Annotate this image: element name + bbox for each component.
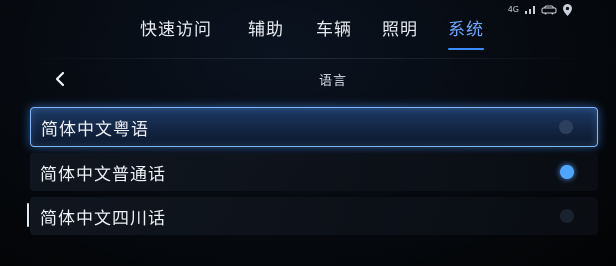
language-option-sichuanese[interactable]: 简体中文四川话 [30,197,598,235]
status-bar: 4G [508,4,572,16]
car-status-icon [541,5,557,15]
scroll-indicator [27,203,29,227]
radio-indicator [560,209,574,223]
page-header: 语言 [30,62,596,98]
radio-indicator [559,120,573,134]
tab-lighting[interactable]: 照明 [382,15,418,44]
location-icon [563,4,572,16]
language-option-cantonese[interactable]: 简体中文粤语 [30,107,598,147]
top-tab-bar: 快速访问 辅助 车辆 照明 系统 [140,14,516,50]
network-status-label: 4G [507,5,519,14]
language-option-label: 简体中文四川话 [40,208,166,229]
radio-indicator-selected [560,165,574,179]
language-option-label: 简体中文粤语 [41,119,149,140]
tab-system[interactable]: 系统 [448,15,484,50]
tab-assist[interactable]: 辅助 [248,15,284,44]
tab-vehicle[interactable]: 车辆 [316,15,352,44]
page-title: 语言 [318,74,347,89]
tab-quick-access[interactable]: 快速访问 [140,15,212,44]
language-option-mandarin[interactable]: 简体中文普通话 [30,153,598,191]
network-icon [525,6,535,14]
language-settings-screen: 快速访问 辅助 车辆 照明 系统 4G 语言 简体中文粤语 简体中文普通话 简体… [0,0,616,266]
header-divider [20,58,596,59]
language-option-list: 简体中文粤语 简体中文普通话 简体中文四川话 [30,107,598,241]
language-option-label: 简体中文普通话 [40,164,166,185]
